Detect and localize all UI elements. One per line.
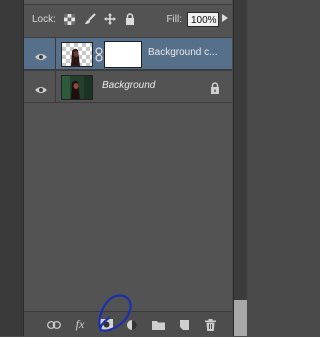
visibility-separator <box>55 71 56 102</box>
layer-lock-icon <box>210 81 220 94</box>
layers-bottom-bar: fx <box>24 311 232 337</box>
lock-bar: Lock: Fill: 100% <box>24 8 232 30</box>
fill-input[interactable]: 100% <box>187 11 219 27</box>
lock-all-icon[interactable] <box>124 13 136 25</box>
visibility-separator <box>55 38 56 69</box>
adjustment-layer-icon[interactable] <box>122 317 142 333</box>
layer-mask-thumbnail[interactable] <box>104 41 142 68</box>
layer-thumbnail[interactable] <box>61 75 93 100</box>
panel-top-strip <box>24 0 232 5</box>
layer-name[interactable]: Background <box>102 80 202 91</box>
add-layer-mask-icon[interactable] <box>96 317 116 333</box>
chain-link-icon[interactable] <box>95 47 103 67</box>
lock-transparent-pixels-icon[interactable] <box>64 13 76 25</box>
fill-label: Fill: <box>166 13 182 25</box>
layers-panel: Lock: Fill: 100% Background c... Backgro… <box>24 0 232 337</box>
right-frame <box>233 0 247 336</box>
left-frame <box>0 0 24 336</box>
fx-button[interactable]: fx <box>70 317 90 333</box>
layer-background[interactable]: Background <box>24 70 232 103</box>
layers-list: Background c... Background <box>24 37 232 103</box>
fill-dropdown-icon[interactable] <box>222 13 228 25</box>
lock-position-icon[interactable] <box>103 13 116 25</box>
delete-layer-trash-icon[interactable] <box>200 317 220 333</box>
link-layers-icon[interactable] <box>44 317 64 333</box>
layer-name[interactable]: Background c... <box>148 47 224 58</box>
layer-background-copy[interactable]: Background c... <box>24 37 232 70</box>
layer-thumbnail[interactable] <box>61 42 93 67</box>
new-layer-icon[interactable] <box>174 317 194 333</box>
lock-image-pixels-icon[interactable] <box>84 13 96 25</box>
lock-label: Lock: <box>32 13 56 25</box>
visibility-eye-icon[interactable] <box>34 82 48 93</box>
right-frame-bottom <box>234 300 247 336</box>
visibility-eye-icon[interactable] <box>34 49 48 60</box>
new-group-folder-icon[interactable] <box>148 317 168 333</box>
